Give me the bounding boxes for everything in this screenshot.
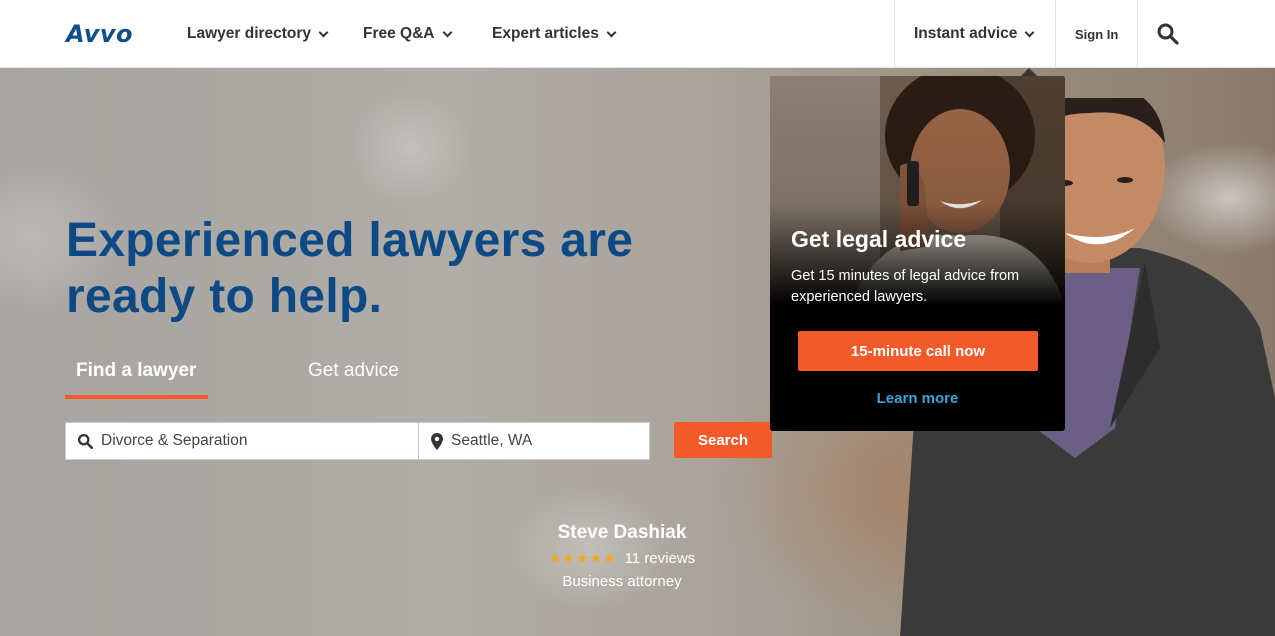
topic-search-input[interactable]: Divorce & Separation <box>65 422 419 460</box>
nav-instant-advice[interactable]: Instant advice <box>914 0 1035 68</box>
search-button[interactable]: Search <box>674 422 772 458</box>
hero-section: Experienced lawyers are ready to help. F… <box>0 68 1275 636</box>
featured-attorney[interactable]: Steve Dashiak ★★★★★ 11 reviews Business … <box>520 522 724 590</box>
instant-advice-popup: Get legal advice Get 15 minutes of legal… <box>770 76 1065 431</box>
nav-divider <box>894 0 895 68</box>
active-tab-underline <box>65 395 208 399</box>
popup-description: Get 15 minutes of legal advice from expe… <box>791 268 1020 305</box>
attorney-title: Business attorney <box>562 573 682 590</box>
popup-title: Get legal advice <box>791 226 967 252</box>
star-rating-icon: ★★★★★ <box>548 550 617 566</box>
learn-more-link[interactable]: Learn more <box>770 390 1065 407</box>
nav-free-qa[interactable]: Free Q&A <box>363 0 452 68</box>
nav-free-qa-label: Free Q&A <box>363 25 435 42</box>
nav-divider <box>1137 0 1138 68</box>
location-input[interactable]: Seattle, WA <box>418 422 650 460</box>
attorney-name: Steve Dashiak <box>557 522 687 543</box>
search-icon[interactable] <box>1156 22 1180 46</box>
nav-instant-advice-label: Instant advice <box>914 25 1018 42</box>
hero-headline: Experienced lawyers are ready to help. <box>66 213 633 325</box>
nav-lawyer-directory[interactable]: Lawyer directory <box>187 0 329 68</box>
hero-headline-line2: ready to help. <box>66 270 383 323</box>
search-icon <box>77 433 94 449</box>
chevron-down-icon <box>318 27 329 38</box>
avvo-logo[interactable]: Avvo <box>66 20 133 48</box>
call-now-button[interactable]: 15-minute call now <box>798 331 1038 371</box>
attorney-rating: ★★★★★ 11 reviews <box>520 550 724 567</box>
tab-find-a-lawyer[interactable]: Find a lawyer <box>76 360 196 382</box>
nav-lawyer-directory-label: Lawyer directory <box>187 25 312 42</box>
chevron-down-icon <box>1024 27 1035 38</box>
chevron-down-icon <box>606 27 617 38</box>
sign-in-link[interactable]: Sign In <box>1075 0 1118 68</box>
location-pin-icon <box>431 432 443 450</box>
location-value: Seattle, WA <box>451 432 533 449</box>
tab-get-advice[interactable]: Get advice <box>308 360 399 382</box>
chevron-down-icon <box>442 27 452 38</box>
hero-headline-line1: Experienced lawyers are <box>66 214 634 267</box>
nav-expert-articles-label: Expert articles <box>492 25 599 42</box>
nav-expert-articles[interactable]: Expert articles <box>492 0 617 68</box>
site-header: Avvo Lawyer directory Free Q&A Expert ar… <box>0 0 1275 68</box>
topic-search-value: Divorce & Separation <box>101 432 248 449</box>
attorney-reviews: 11 reviews <box>624 550 696 567</box>
nav-divider <box>1055 0 1056 68</box>
